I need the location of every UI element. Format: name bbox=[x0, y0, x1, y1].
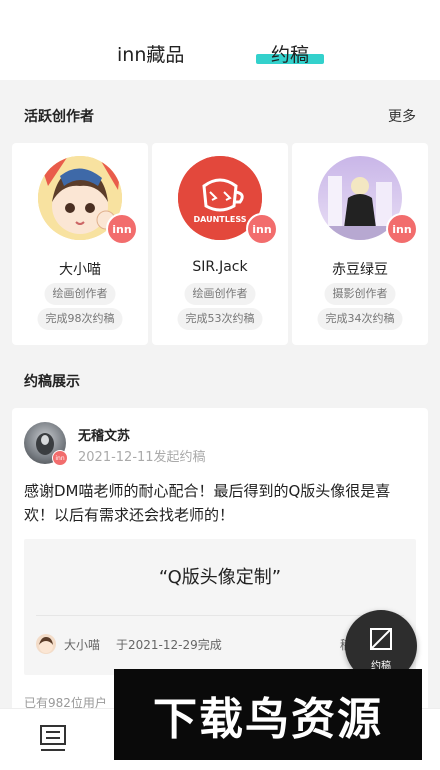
inn-badge-icon: inn bbox=[246, 213, 278, 245]
creator-count-badge: 完成53次约稿 bbox=[177, 308, 263, 330]
product-completed-date: 于2021-12-29完成 bbox=[116, 638, 222, 652]
creator-name: 大小喵 bbox=[59, 262, 101, 278]
creator-role-badge: 摄影创作者 bbox=[324, 283, 396, 305]
artist-avatar bbox=[36, 634, 56, 654]
more-creators-link[interactable]: 更多 bbox=[388, 106, 416, 126]
active-creators-title: 活跃创作者 bbox=[24, 109, 94, 125]
creator-role-badge: 绘画创作者 bbox=[184, 283, 256, 305]
creator-name: 赤豆绿豆 bbox=[332, 262, 388, 278]
creator-name: SIR.Jack bbox=[192, 259, 248, 275]
tab-commission-label: 约稿 bbox=[271, 44, 310, 66]
creator-card[interactable]: inn 大小喵 绘画创作者 完成98次约稿 bbox=[12, 143, 148, 345]
post-text: 感谢DM喵老师的耐心配合！最后得到的Q版头像很是喜欢！以后有需求还会找老师的！ bbox=[24, 482, 391, 524]
creator-card[interactable]: DAUNTLESS inn SIR.Jack 绘画创作者 完成53次约稿 bbox=[152, 143, 288, 345]
post-author-name[interactable]: 无稽文苏 bbox=[78, 425, 130, 444]
watermark-banner: 下载鸟资源 bbox=[114, 669, 422, 760]
inn-badge-icon: inn bbox=[52, 450, 68, 466]
creator-count-badge: 完成34次约稿 bbox=[317, 308, 403, 330]
showcase-title: 约稿展示 bbox=[24, 374, 80, 390]
creator-list: inn 大小喵 绘画创作者 完成98次约稿 DAUNTLESS inn SIR.… bbox=[12, 143, 428, 345]
artist-avatar-image bbox=[39, 637, 53, 653]
creator-count-badge: 完成98次约稿 bbox=[37, 308, 123, 330]
creator-card[interactable]: inn 赤豆绿豆 摄影创作者 完成34次约稿 bbox=[292, 143, 428, 345]
list-document-icon[interactable] bbox=[38, 723, 68, 755]
divider bbox=[36, 615, 404, 616]
watermark-text: 下载鸟资源 bbox=[153, 693, 383, 745]
post-date: 2021-12-11发起约稿 bbox=[78, 450, 206, 465]
creator-role-badge: 绘画创作者 bbox=[44, 283, 116, 305]
tab-inn-collection[interactable]: inn藏品 bbox=[117, 40, 184, 67]
product-title: “Q版头像定制” bbox=[158, 567, 282, 588]
inn-badge-icon: inn bbox=[106, 213, 138, 245]
avatar-logo-text: DAUNTLESS bbox=[194, 215, 247, 224]
product-artist-name: 大小喵 bbox=[64, 638, 101, 652]
tab-inn-collection-label: inn藏品 bbox=[117, 44, 185, 66]
edit-square-icon bbox=[370, 628, 392, 650]
top-tab-bar: inn藏品 约稿 bbox=[0, 0, 440, 80]
inn-badge-icon: inn bbox=[386, 213, 418, 245]
tab-commission[interactable]: 约稿 bbox=[271, 40, 309, 67]
